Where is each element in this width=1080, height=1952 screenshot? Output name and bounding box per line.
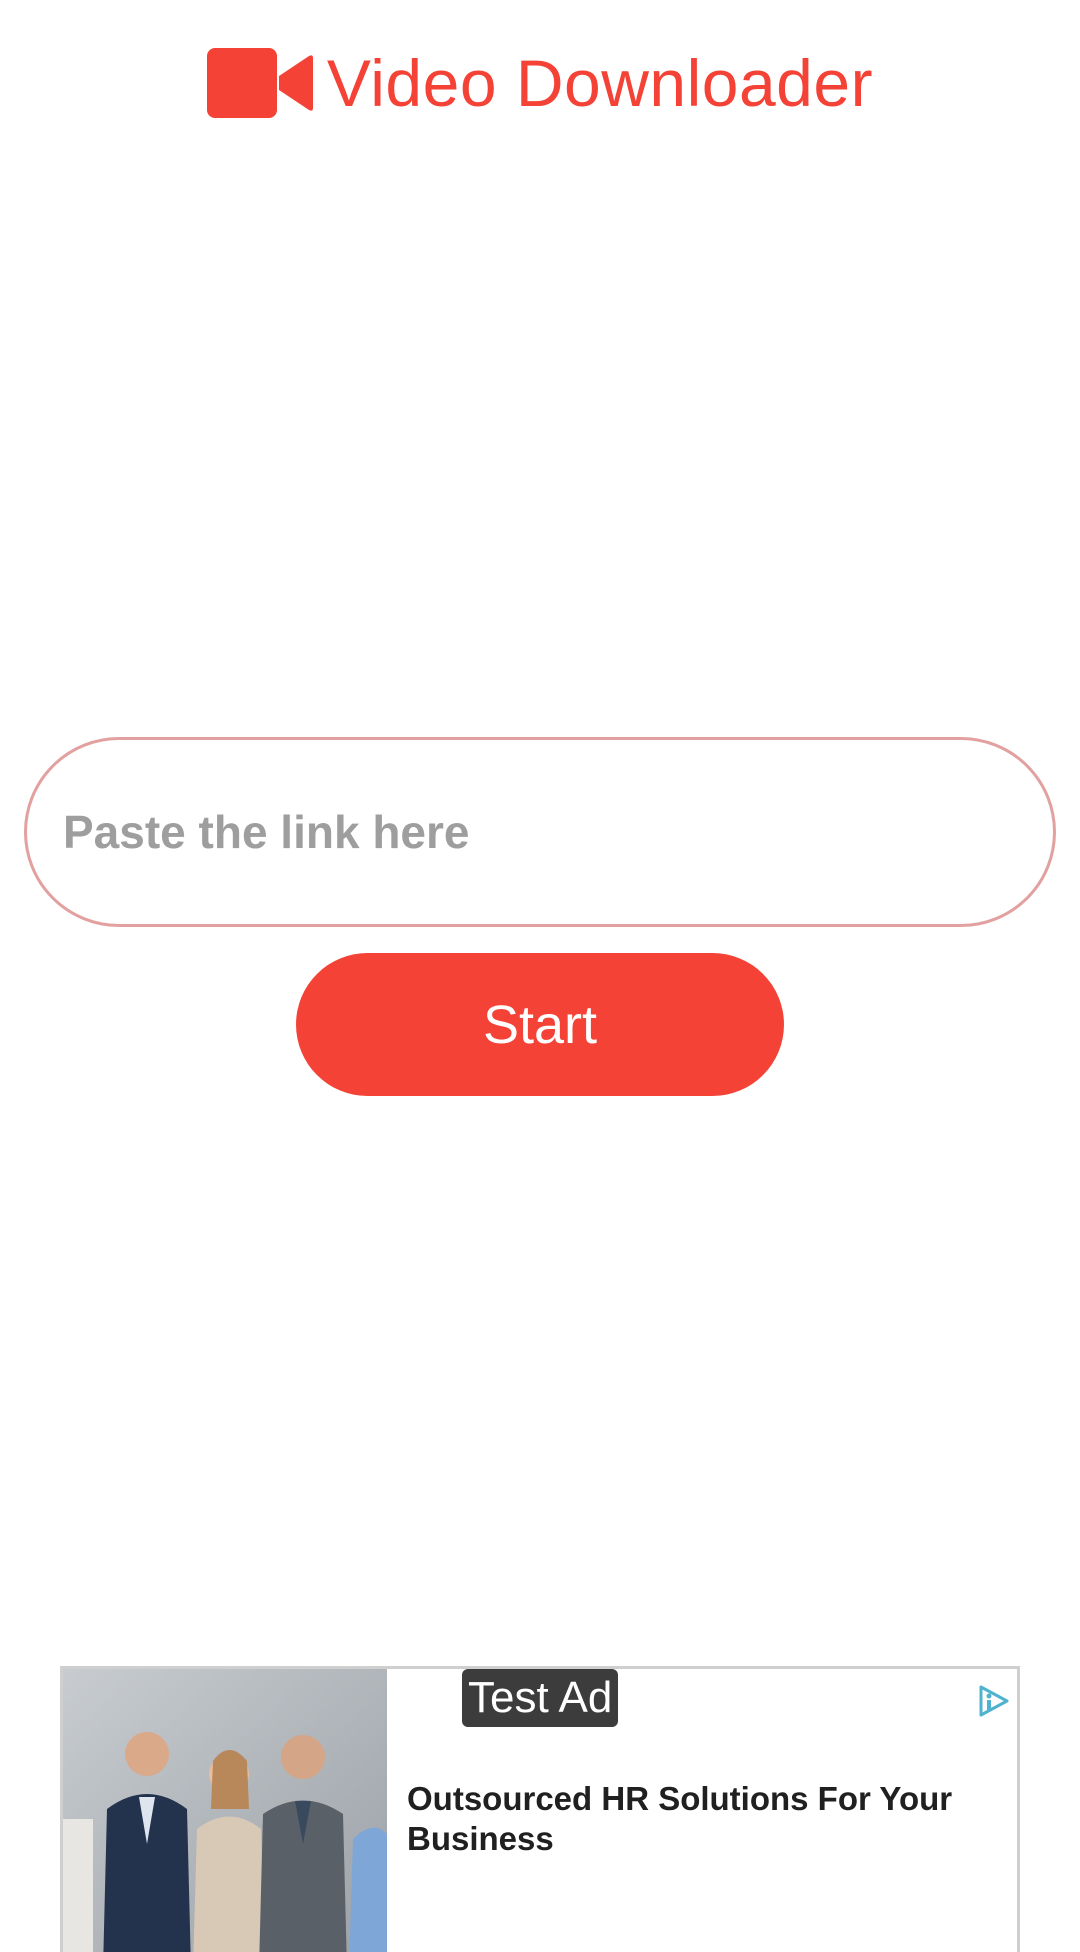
ad-image[interactable] bbox=[63, 1669, 387, 1952]
link-input-container bbox=[24, 737, 1056, 927]
ad-banner[interactable]: Test Ad Outsourced HR Solutions For Your… bbox=[60, 1666, 1020, 1952]
ad-choices-icon[interactable] bbox=[975, 1683, 1011, 1719]
start-button[interactable]: Start bbox=[296, 953, 784, 1096]
link-input[interactable] bbox=[27, 740, 1053, 924]
ad-label: Test Ad bbox=[462, 1669, 619, 1727]
video-camera-icon bbox=[206, 48, 313, 118]
app-header: Video Downloader bbox=[0, 38, 1080, 128]
app-title: Video Downloader bbox=[326, 46, 874, 120]
ad-headline[interactable]: Outsourced HR Solutions For Your Busines… bbox=[407, 1779, 987, 1859]
